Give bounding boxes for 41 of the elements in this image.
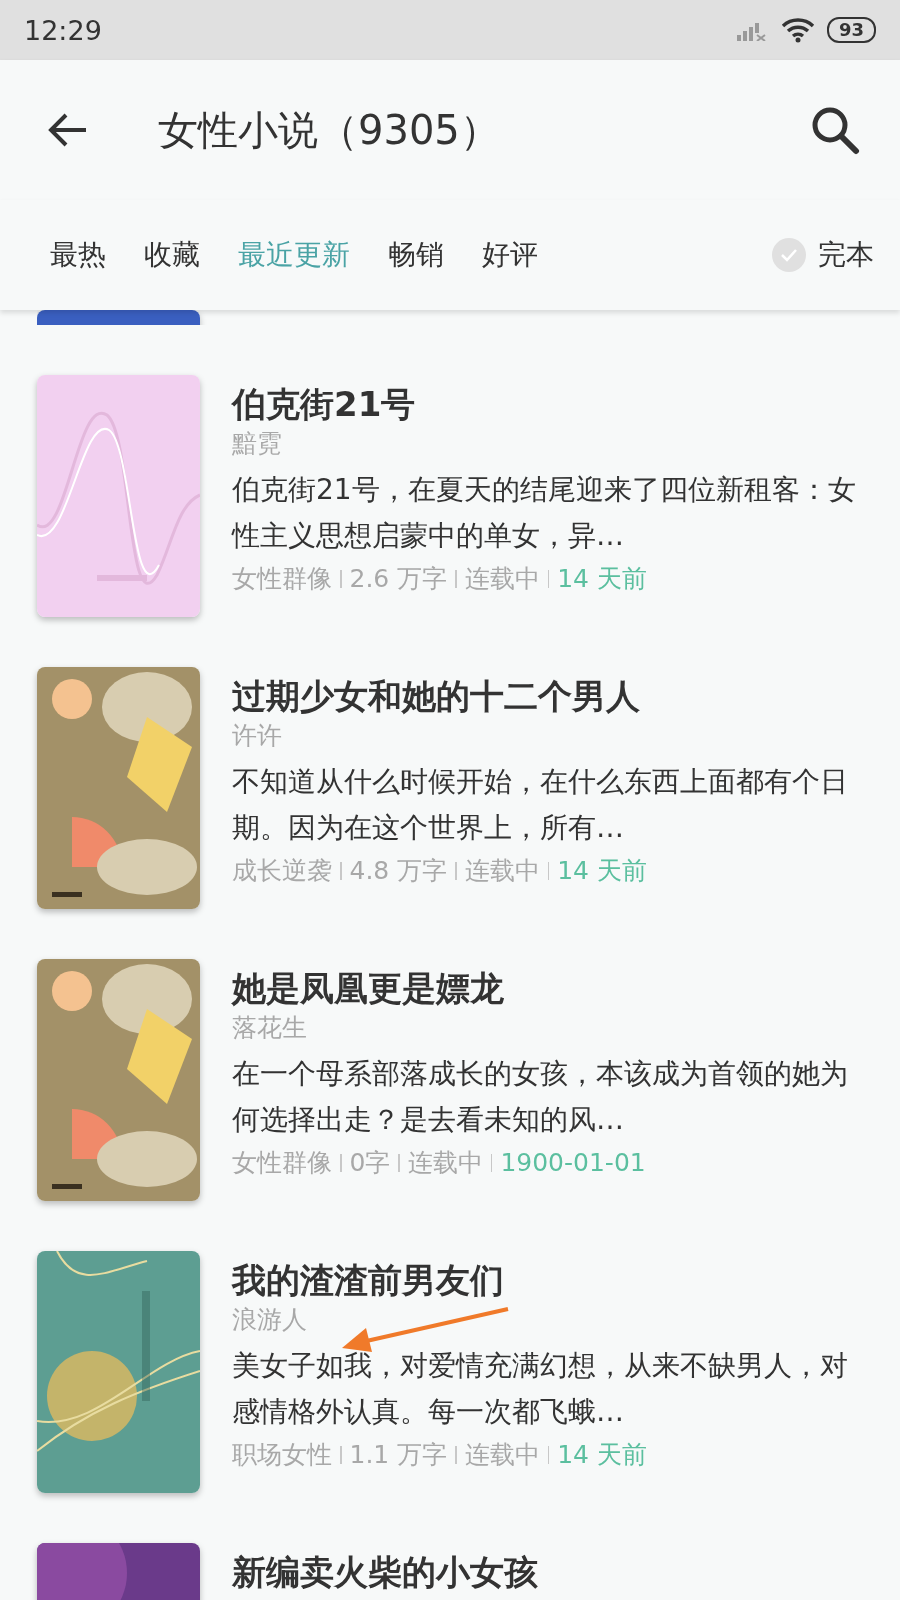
book-genre: 女性群像 xyxy=(232,563,332,595)
word-count: 4.8 万字 xyxy=(349,855,448,887)
word-count: 1.1 万字 xyxy=(349,1439,448,1471)
sort-tab[interactable]: 畅销 xyxy=(388,236,444,274)
sort-tab[interactable]: 收藏 xyxy=(144,236,200,274)
book-status: 连载中 xyxy=(407,1147,483,1179)
page-title: 女性小说（9305） xyxy=(158,105,501,155)
word-count: 2.6 万字 xyxy=(349,563,448,595)
update-time: 14 天前 xyxy=(557,563,647,595)
wifi-icon xyxy=(780,17,815,43)
book-title[interactable]: 新编卖火柴的小女孩 xyxy=(232,1551,538,1593)
book-genre: 成长逆袭 xyxy=(232,855,332,887)
book-author: 许许 xyxy=(232,720,282,752)
book-genre: 女性群像 xyxy=(232,1147,332,1179)
book-description: 不知道从什么时候开始，在什么东西上面都有个日期。因为在这个世界上，所有… xyxy=(232,764,849,846)
sort-tab[interactable]: 最热 xyxy=(50,236,106,274)
finished-filter[interactable]: 完本 xyxy=(772,236,874,274)
sort-tab[interactable]: 好评 xyxy=(482,236,538,274)
book-author: 落花生 xyxy=(232,1012,307,1044)
book-author: 浪游人 xyxy=(232,1304,307,1336)
update-time: 14 天前 xyxy=(557,1439,647,1471)
search-icon[interactable] xyxy=(810,105,860,155)
check-icon xyxy=(780,248,798,262)
battery-level: 93 xyxy=(826,17,876,43)
book-status: 连载中 xyxy=(464,1439,540,1471)
update-time: 1900-01-01 xyxy=(500,1147,646,1179)
book-title[interactable]: 伯克街21号 xyxy=(232,383,870,425)
book-author: 黯霓 xyxy=(232,428,282,460)
book-title[interactable]: 过期少女和她的十二个男人 xyxy=(232,675,870,717)
book-status: 连载中 xyxy=(464,563,540,595)
book-title[interactable]: 我的渣渣前男友们 xyxy=(232,1259,870,1301)
book-status: 连载中 xyxy=(464,855,540,887)
back-arrow-icon[interactable] xyxy=(48,112,88,148)
book-description: 美女子如我，对爱情充满幻想，从来不缺男人，对感情格外认真。每一次都飞蛾… xyxy=(232,1348,849,1430)
book-genre: 职场女性 xyxy=(232,1439,332,1471)
book-title[interactable]: 她是凤凰更是嫖龙 xyxy=(232,967,870,1009)
update-time: 14 天前 xyxy=(557,855,647,887)
word-count: 0字 xyxy=(349,1147,391,1179)
clock: 12:29 xyxy=(24,14,103,46)
book-description: 伯克街21号，在夏天的结尾迎来了四位新租客：女性主义思想启蒙中的单女，异… xyxy=(232,472,857,554)
book-description: 在一个母系部落成长的女孩，本该成为首领的她为何选择出走？是去看未知的风… xyxy=(232,1056,849,1138)
